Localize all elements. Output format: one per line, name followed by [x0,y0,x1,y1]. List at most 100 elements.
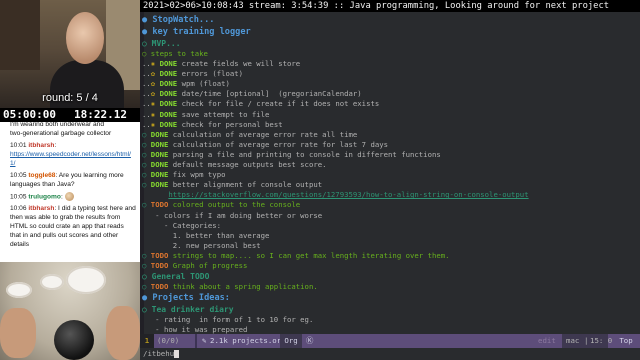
org-todo-item[interactable]: ○ TODO think about a spring application. [142,282,636,292]
item-bullet-icon: ✸ [150,59,160,69]
org-text-line: 1. better than average [142,230,270,240]
todo-keyword[interactable]: DONE [160,69,178,78]
heading-bullet-icon: ○ [142,272,152,282]
teapot [66,266,106,294]
org-heading[interactable]: ○ Tea drinker diary [142,304,636,315]
buffer-name[interactable]: 2.1k projects.org [210,334,286,348]
org-text-line: - colors if I am doing better or worse [142,210,323,220]
todo-keyword[interactable]: DONE [151,150,169,159]
org-heading[interactable]: ● StopWatch... [142,14,636,26]
teacup [40,274,64,290]
org-todo-item[interactable]: ..✸ DONE check for personal best [142,120,636,130]
indent-dots: .. [142,119,151,129]
eol-position-group: mac | 15: 0 [562,334,612,348]
chat-message: 10:05 trulugomo: [10,192,136,201]
chat-username[interactable]: toggle68 [28,172,55,179]
chat-link[interactable]: https://www.speedcoder.net/lessons/html/… [10,151,131,167]
org-heading[interactable]: ○ steps to take [142,49,636,59]
org-todo-item[interactable]: ○ TODO colored output to the console [142,200,636,210]
timer-bar: 05:00:00 18:22.12 [0,108,140,122]
org-todo-item[interactable]: ..✸ DONE create fields we will store [142,59,636,69]
chat-message-partial: I'm wearing both underwear and [10,122,104,126]
minibuffer[interactable]: /itbehu [140,348,640,360]
org-heading[interactable]: ● key training logger [142,26,636,38]
org-todo-item[interactable]: ..✸ DONE check for file / create if it d… [142,99,636,109]
item-text: save attempt to file [177,109,270,119]
todo-keyword[interactable]: DONE [160,99,178,108]
todo-keyword[interactable]: DONE [151,140,169,149]
item-bullet-icon: ○ [142,149,151,159]
org-todo-item[interactable]: ..✿ DONE date/time [optional] (gregorian… [142,89,636,99]
org-todo-item[interactable]: ○ DONE calculation of average error rate… [142,140,636,150]
teacup [6,282,32,298]
heading-bullet-icon: ○ [142,305,152,315]
todo-keyword[interactable]: TODO [151,282,169,291]
item-bullet-icon: ○ [142,180,151,190]
org-todo-item[interactable]: ○ TODO Graph of progress [142,261,636,271]
editor-buffer[interactable]: ● StopWatch... ● key training logger ○ MVP… [140,12,640,334]
org-outline[interactable]: ● StopWatch... ● key training logger ○ MVP… [142,14,636,334]
streamer-body [50,60,124,112]
todo-keyword[interactable]: TODO [151,200,169,209]
edit-state: edit [538,336,556,345]
streamer-head [66,12,104,64]
todo-keyword[interactable]: DONE [160,59,178,68]
org-text-line: - Categories: [142,220,222,230]
stopwatch-timer: 18:22.12 [74,108,127,121]
chat-time: 10:05 [10,172,29,179]
org-link[interactable]: https://stackoverflow.com/questions/1279… [168,190,528,199]
item-text: check for file / create if it does not e… [177,99,380,109]
item-text: colored output to the console [168,200,301,210]
round-counter: round: 5 / 4 [42,92,98,104]
todo-keyword[interactable]: TODO [151,261,169,270]
text-cursor [174,350,180,358]
modeline-bar: | [584,336,589,345]
org-todo-item[interactable]: ..✿ DONE errors (float) [142,69,636,79]
item-bullet-icon: ✿ [150,69,160,79]
org-todo-item[interactable]: ○ DONE calculation of average error rate… [142,130,636,140]
item-bullet-icon: ○ [142,129,151,139]
window-number: 1 [140,334,154,348]
item-bullet-icon: ✸ [150,99,160,109]
indent-dots: .. [142,59,151,69]
org-todo-item[interactable]: ○ DONE parsing a file and printing to co… [142,150,636,160]
todo-keyword[interactable]: DONE [160,79,178,88]
org-heading[interactable]: ● Projects Ideas: [142,292,636,304]
todo-keyword[interactable]: DONE [160,120,178,129]
chat-time: 10:06 [10,205,29,213]
chat-username[interactable]: itbharsh [28,142,54,149]
todo-keyword[interactable]: DONE [151,170,169,179]
todo-keyword[interactable]: DONE [160,89,178,98]
todo-keyword[interactable]: TODO [151,251,169,260]
todo-keyword[interactable]: DONE [151,130,169,139]
org-todo-item[interactable]: ○ TODO strings to map.... so I can get m… [142,251,636,261]
chat-message: 10:06 itbharsh: I did a typing test here… [10,204,136,249]
todo-keyword[interactable]: DONE [160,110,178,119]
chat-colon: : [54,142,57,149]
org-heading[interactable]: ○ MVP... [142,38,636,49]
item-bullet-icon: ✸ [150,119,160,129]
item-text: Graph of progress [168,260,248,270]
chat-username[interactable]: itbharsh [28,205,54,212]
item-text: parsing a file and printing to console i… [168,149,441,159]
chat-username[interactable]: trulugomo [28,193,61,200]
org-heading[interactable]: ○ General TODO [142,271,636,282]
item-text: create fields we will store [177,59,301,69]
minibuffer-text: /itbehu [143,349,175,358]
org-todo-item[interactable]: ..✸ DONE save attempt to file [142,110,636,120]
cursor-position: 15: 0 [590,336,613,345]
heading-text: Projects Ideas: [152,293,230,304]
major-mode[interactable]: Org [280,334,302,348]
todo-keyword[interactable]: DONE [151,160,169,169]
todo-keyword[interactable]: DONE [151,180,169,189]
heading-bullet-icon: ● [142,15,153,25]
org-todo-item[interactable]: ..✿ DONE wpm (float) [142,79,636,89]
org-text-line: - rating in form of 1 to 10 for eg. [142,315,314,325]
mode-line: 1 (0/0) ✎ 2.1k projects.org Org Ⓚ edit m… [140,334,640,348]
org-link-line: https://stackoverflow.com/questions/1279… [142,190,636,200]
org-todo-item[interactable]: ○ DONE default message outputs best scor… [142,160,636,170]
org-todo-item[interactable]: ○ DONE fix wpm typo [142,170,636,180]
org-todo-item[interactable]: ○ DONE better alignment of console outpu… [142,180,636,190]
item-text: default message outputs best score. [168,160,327,170]
heading-text: MVP... [151,39,181,48]
